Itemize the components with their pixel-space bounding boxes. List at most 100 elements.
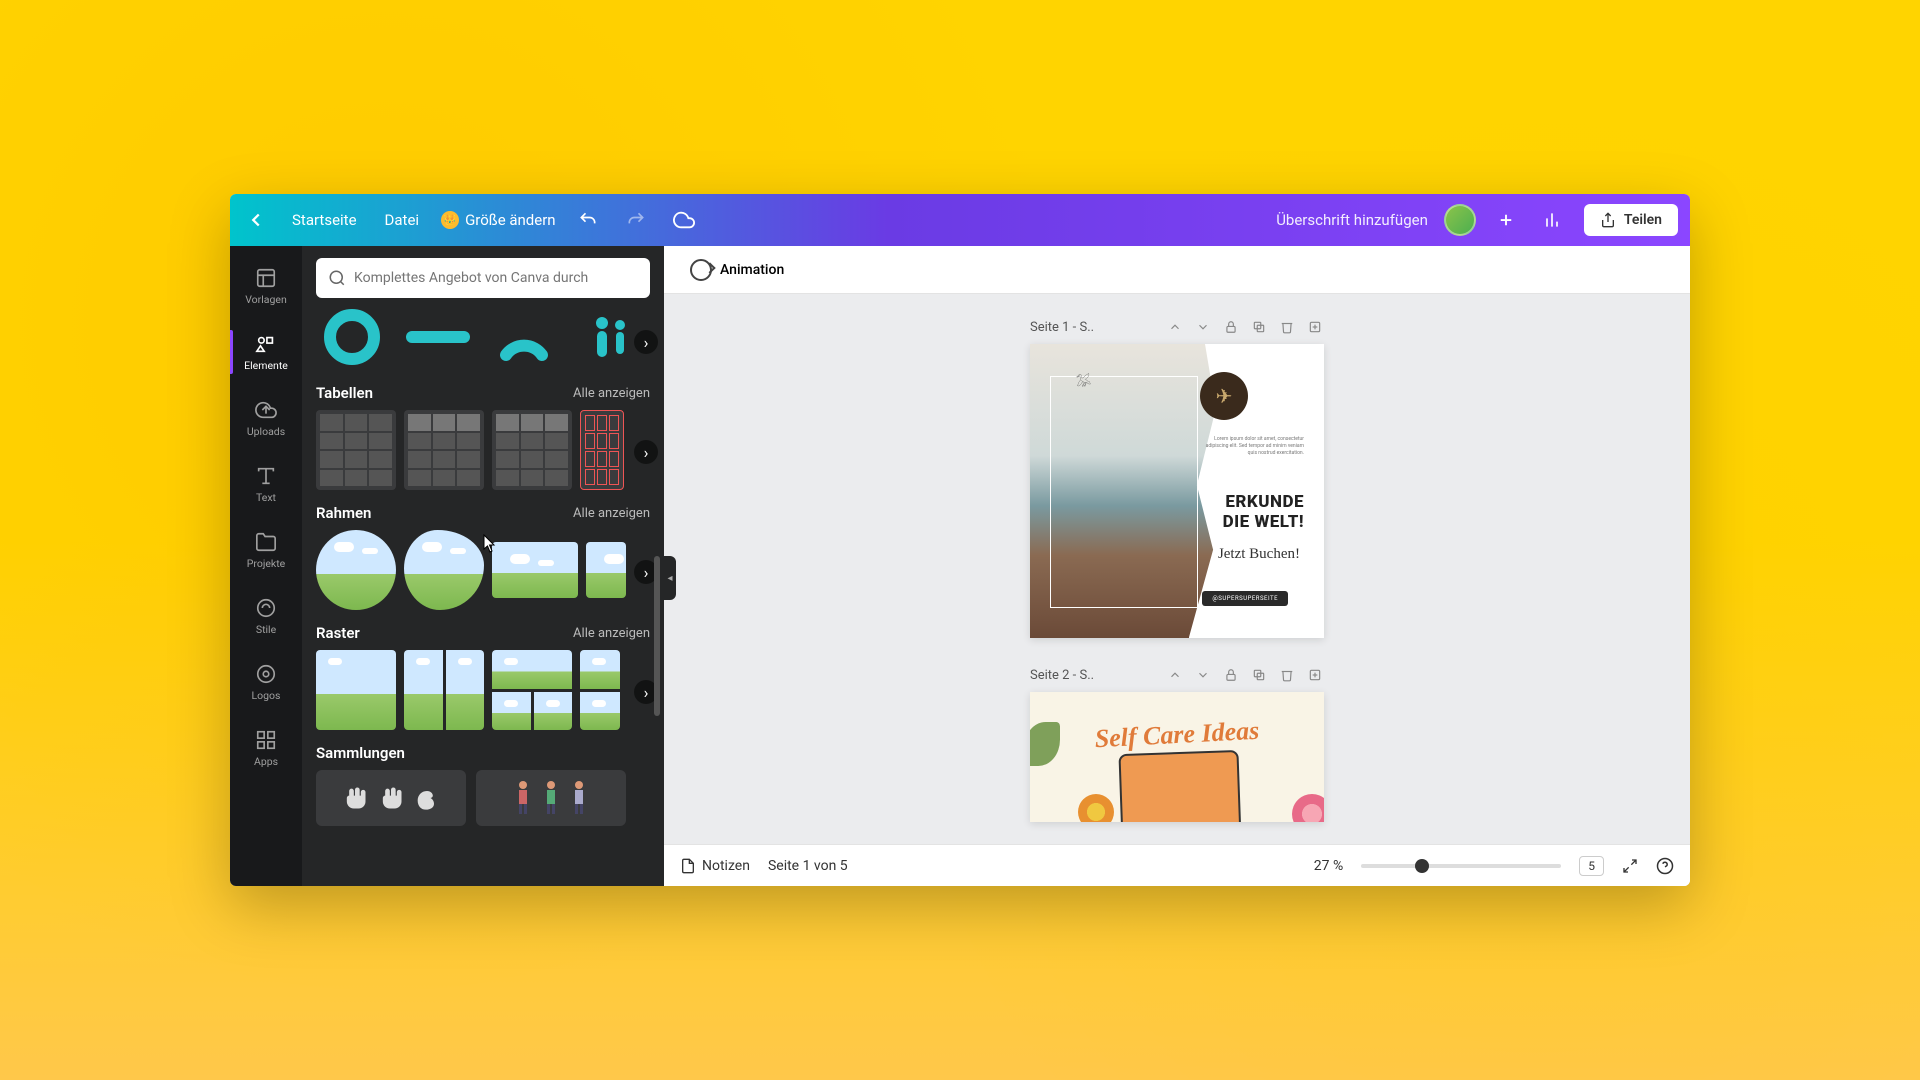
back-button[interactable] [242,206,270,234]
rail-logos-label: Logos [252,689,281,702]
page-2-canvas[interactable]: Self Care Ideas For a Bad Day [1030,692,1324,822]
fullscreen-button[interactable] [1622,858,1638,874]
search-box[interactable] [316,258,650,298]
resize-label: Größe ändern [465,211,556,229]
collapse-panel-button[interactable]: ◂ [664,556,676,600]
logos-icon [255,663,277,685]
table-thumb-outlined[interactable] [580,410,624,490]
collections-row [302,770,664,826]
page-1-down[interactable] [1194,318,1212,336]
trash-icon [1280,668,1294,682]
cloud-sync-button[interactable] [668,204,700,236]
page-1-lock[interactable] [1222,318,1240,336]
panel-scrollbar[interactable] [654,556,660,716]
frame-blob[interactable] [404,530,484,610]
grid-4[interactable] [580,650,620,730]
rail-apps[interactable]: Apps [230,716,302,780]
section-grids-all[interactable]: Alle anzeigen [573,626,650,641]
page-1-add[interactable] [1306,318,1324,336]
table-thumb-basic[interactable] [316,410,396,490]
page-indicator[interactable]: Seite 1 von 5 [768,858,848,874]
page-2-up[interactable] [1166,666,1184,684]
section-tables-all[interactable]: Alle anzeigen [573,386,650,401]
avatar[interactable] [1444,204,1476,236]
shape-ring[interactable] [316,310,388,364]
page-count-badge[interactable]: 5 [1579,856,1604,876]
file-menu[interactable]: Datei [379,207,426,233]
section-frames-title: Rahmen [316,504,371,522]
shapes-next[interactable]: › [634,330,658,354]
section-frames-all[interactable]: Alle anzeigen [573,506,650,521]
page-2-down[interactable] [1194,666,1212,684]
insights-button[interactable] [1536,204,1568,236]
chart-icon [1542,210,1562,230]
rail-elements[interactable]: Elemente [230,320,302,384]
table-thumb-header[interactable] [404,410,484,490]
app-window: Startseite Datei 👑 Größe ändern Überschr… [230,194,1690,886]
lock-icon [1224,668,1238,682]
page-1-header: Seite 1 - S.. [1030,318,1324,336]
rail-logos[interactable]: Logos [230,650,302,714]
cloud-icon [673,209,695,231]
redo-icon [626,210,646,230]
page-2-duplicate[interactable] [1250,666,1268,684]
home-link[interactable]: Startseite [286,207,363,233]
crown-icon: 👑 [441,211,459,229]
page-1-duplicate[interactable] [1250,318,1268,336]
collection-1[interactable] [316,770,466,826]
zoom-level[interactable]: 27 % [1314,858,1343,874]
shape-arc[interactable] [488,310,560,364]
page-2-add[interactable] [1306,666,1324,684]
add-member-button[interactable] [1492,206,1520,234]
top-bar: Startseite Datei 👑 Größe ändern Überschr… [230,194,1690,246]
page-1-canvas[interactable]: 𓅮 ✈ Lorem ipsum dolor sit amet, consecte… [1030,344,1324,638]
table-thumb-header2[interactable] [492,410,572,490]
rail-uploads-label: Uploads [247,425,285,438]
people-icon [588,313,632,361]
ring-icon [324,309,380,365]
pages-scroll[interactable]: Seite 1 - S.. 𓅮 ✈ Lorem [664,294,1690,844]
tables-next[interactable]: › [634,440,658,464]
add-page-icon [1308,320,1322,334]
zoom-thumb[interactable] [1415,859,1429,873]
section-tables-title: Tabellen [316,384,373,402]
frame-circle[interactable] [316,530,396,610]
animation-button[interactable]: Animation [680,253,794,287]
shape-bar[interactable] [402,310,474,364]
frame-rect2[interactable] [586,542,626,598]
zoom-slider[interactable] [1361,864,1561,868]
document-title[interactable]: Überschrift hinzufügen [1276,211,1428,229]
search-input[interactable] [354,270,638,286]
copy-icon [1252,668,1266,682]
page-2-delete[interactable] [1278,666,1296,684]
grid-1[interactable] [316,650,396,730]
collection-2[interactable] [476,770,626,826]
page-1-heading: ERKUNDE DIE WELT! [1223,492,1304,532]
shapes-row: › [302,310,664,374]
page-2-lock[interactable] [1222,666,1240,684]
grid-3[interactable] [492,650,572,730]
page-1-up[interactable] [1166,318,1184,336]
resize-button[interactable]: 👑 Größe ändern [441,211,556,229]
page-2-label[interactable]: Seite 2 - S.. [1030,668,1156,683]
redo-button[interactable] [620,204,652,236]
fist-icon [377,784,405,812]
frame-rect[interactable] [492,542,578,598]
rail-templates[interactable]: Vorlagen [230,254,302,318]
grid-2col[interactable] [404,650,484,730]
section-grids-title: Raster [316,624,360,642]
left-rail: Vorlagen Elemente Uploads Text Projekte … [230,246,302,886]
rail-text[interactable]: Text [230,452,302,516]
notes-icon [680,858,696,874]
share-button[interactable]: Teilen [1584,204,1678,236]
styles-icon [255,597,277,619]
page-1-label[interactable]: Seite 1 - S.. [1030,320,1156,335]
undo-button[interactable] [572,204,604,236]
rail-uploads[interactable]: Uploads [230,386,302,450]
page-1-delete[interactable] [1278,318,1296,336]
rail-styles[interactable]: Stile [230,584,302,648]
page-1-block: Seite 1 - S.. 𓅮 ✈ Lorem [1030,318,1324,638]
help-button[interactable] [1656,857,1674,875]
rail-projects[interactable]: Projekte [230,518,302,582]
notes-button[interactable]: Notizen [680,858,750,874]
